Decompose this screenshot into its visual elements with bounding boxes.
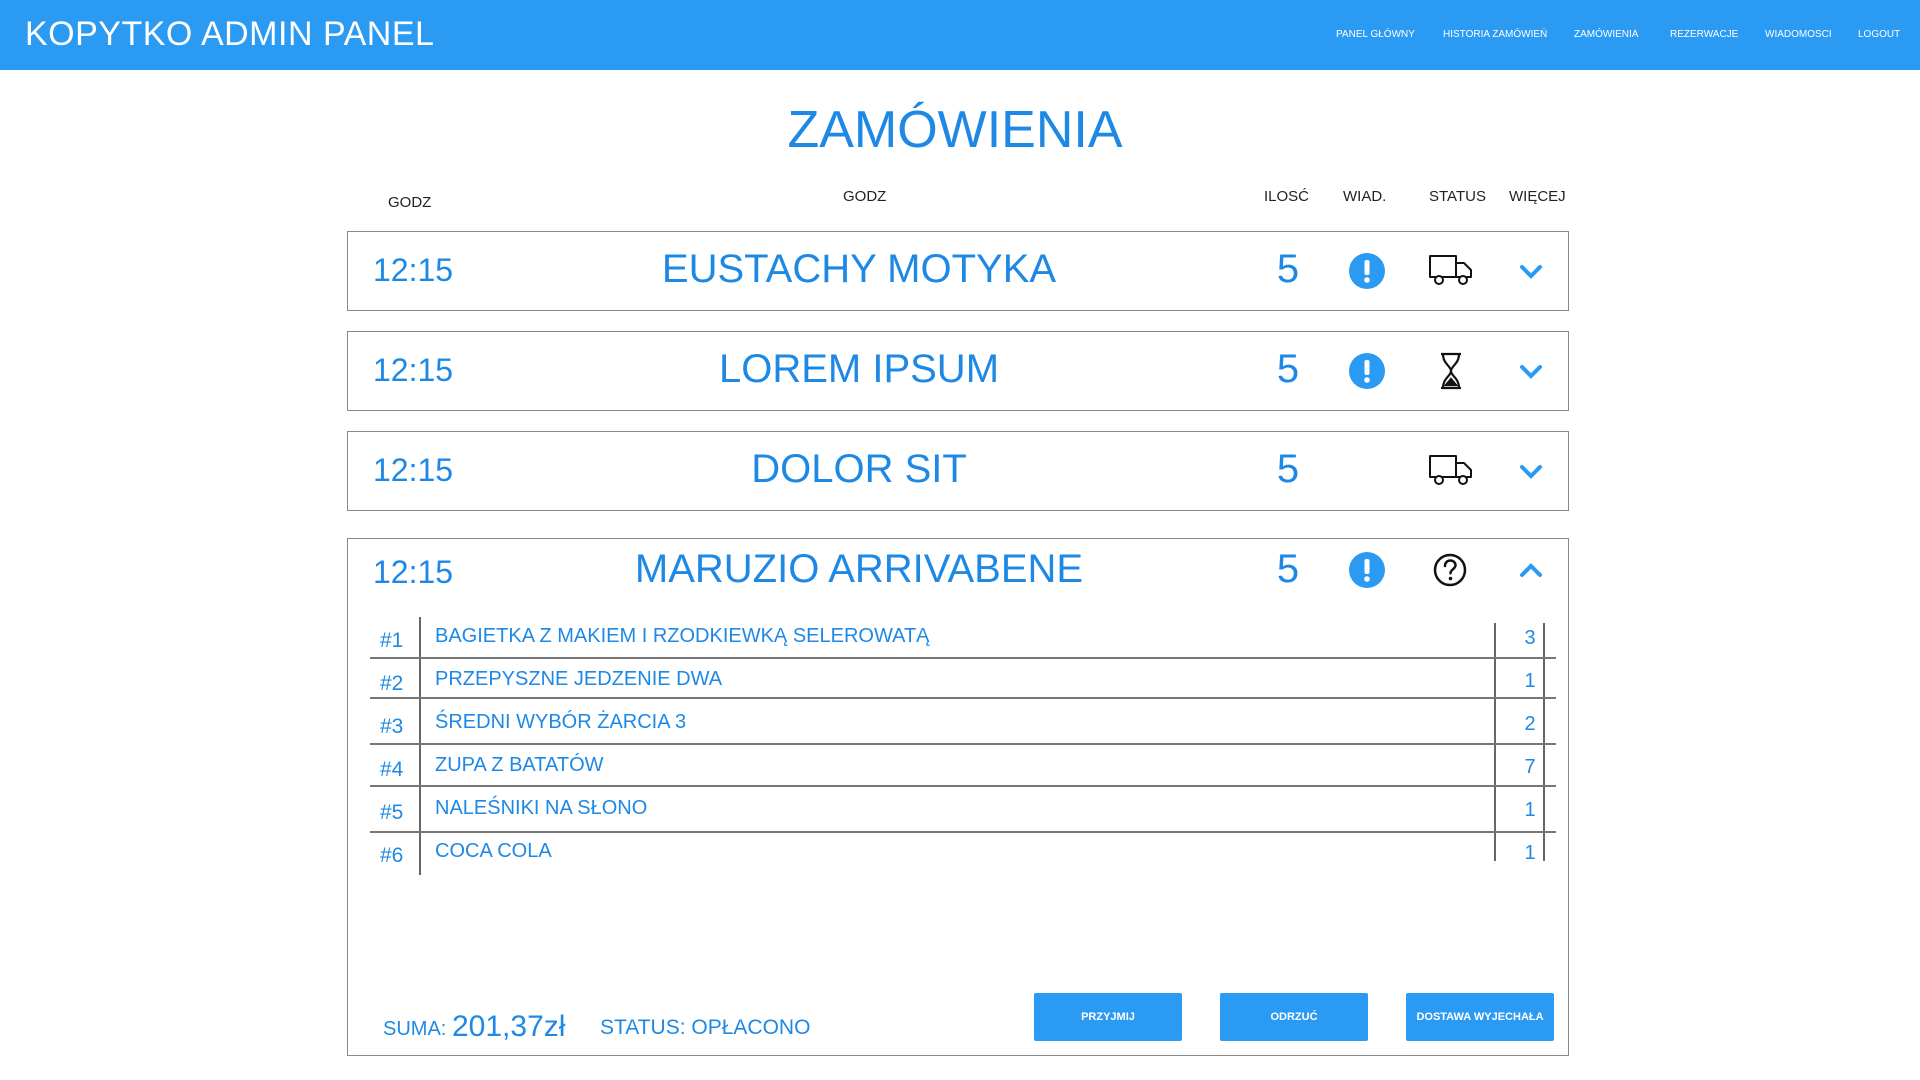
order-row: 12:15 EUSTACHY MOTYKA 5 — [347, 231, 1569, 311]
item-number: #3 — [380, 715, 404, 738]
chevron-up-icon[interactable] — [1518, 557, 1544, 583]
item-number: #6 — [380, 844, 404, 867]
item-name: COCA COLA — [435, 840, 552, 862]
chevron-down-icon[interactable] — [1518, 259, 1544, 285]
list-item: #5 NALEŚNIKI NA SŁONO 1 — [370, 789, 1556, 832]
order-time: 12:15 — [373, 252, 454, 288]
order-time: 12:15 — [373, 554, 454, 590]
order-row: 12:15 DOLOR SIT 5 — [347, 431, 1569, 511]
order-row-expanded: 12:15 MARUZIO ARRIVABENE 5 #1 BAGIETKA Z… — [347, 538, 1569, 1056]
item-quantity: 1 — [1524, 670, 1536, 692]
order-customer-name: LOREM IPSUM — [718, 347, 1000, 391]
message-alert-icon[interactable] — [1348, 551, 1386, 589]
chevron-down-icon[interactable] — [1518, 359, 1544, 385]
app-title: KOPYTKO ADMIN PANEL — [25, 15, 435, 53]
item-number: #5 — [380, 801, 404, 824]
list-item: #4 ZUPA Z BATATÓW 7 — [370, 746, 1556, 789]
order-time: 12:15 — [373, 352, 454, 388]
order-quantity: 5 — [1276, 247, 1300, 291]
nav-zamowienia[interactable]: ZAMÓWIENIA — [1574, 29, 1638, 40]
order-quantity: 5 — [1276, 347, 1300, 391]
nav-historia-zamowien[interactable]: HISTORIA ZAMÓWIEŃ — [1443, 29, 1547, 40]
order-quantity: 5 — [1276, 547, 1300, 591]
item-quantity: 7 — [1524, 756, 1536, 778]
item-name: BAGIETKA Z MAKIEM I RZODKIEWKĄ SELEROWAT… — [435, 625, 930, 647]
sum-value: 201,37zł — [452, 1010, 566, 1043]
order-quantity: 5 — [1276, 447, 1300, 491]
list-item: #2 PRZEPYSZNE JEDZENIE DWA 1 — [370, 660, 1556, 703]
column-header-name: GODZ — [843, 188, 887, 205]
question-icon — [1428, 551, 1474, 591]
message-alert-icon[interactable] — [1348, 252, 1386, 290]
order-time: 12:15 — [373, 452, 454, 488]
item-number: #1 — [380, 629, 404, 652]
message-alert-icon[interactable] — [1348, 352, 1386, 390]
order-customer-name: EUSTACHY MOTYKA — [661, 247, 1057, 291]
column-header-messages: WIAD. — [1343, 188, 1387, 205]
accept-button[interactable]: PRZYJMIJ — [1034, 993, 1182, 1041]
item-quantity: 1 — [1524, 842, 1536, 864]
truck-icon — [1428, 252, 1474, 292]
payment-status: STATUS: OPŁACONO — [600, 1016, 811, 1039]
item-name: ZUPA Z BATATÓW — [435, 754, 604, 776]
hourglass-icon — [1428, 352, 1474, 392]
order-row: 12:15 LOREM IPSUM 5 — [347, 331, 1569, 411]
column-header-status: STATUS — [1429, 188, 1486, 205]
delivery-dispatched-button[interactable]: DOSTAWA WYJECHAŁA — [1406, 993, 1554, 1041]
reject-button[interactable]: ODRZUĆ — [1220, 993, 1368, 1041]
page-title: ZAMÓWIENIA — [787, 101, 1123, 159]
nav-panel-glowny[interactable]: PANEL GŁÓWNY — [1336, 29, 1415, 40]
nav-rezerwacje[interactable]: REZERWACJE — [1670, 29, 1738, 40]
list-item: #3 ŚREDNI WYBÓR ŻARCIA 3 2 — [370, 703, 1556, 746]
order-customer-name: MARUZIO ARRIVABENE — [634, 547, 1084, 591]
column-header-time: GODZ — [388, 194, 432, 211]
nav-logout[interactable]: LOGOUT — [1858, 29, 1900, 40]
order-customer-name: DOLOR SIT — [751, 447, 967, 491]
top-navbar: KOPYTKO ADMIN PANEL PANEL GŁÓWNY HISTORI… — [0, 0, 1920, 70]
list-item: #6 COCA COLA 1 — [370, 832, 1556, 875]
sum-label: SUMA: — [383, 1018, 447, 1040]
item-quantity: 1 — [1524, 799, 1536, 821]
column-header-qty: ILOSĆ — [1264, 188, 1310, 205]
chevron-down-icon[interactable] — [1518, 459, 1544, 485]
truck-icon — [1428, 452, 1474, 492]
item-name: PRZEPYSZNE JEDZENIE DWA — [435, 668, 723, 690]
item-name: NALEŚNIKI NA SŁONO — [435, 797, 648, 819]
nav-wiadomosci[interactable]: WIADOMOSCI — [1765, 29, 1832, 40]
item-name: ŚREDNI WYBÓR ŻARCIA 3 — [435, 711, 687, 733]
item-quantity: 3 — [1524, 627, 1536, 649]
item-quantity: 2 — [1524, 713, 1536, 735]
item-number: #4 — [380, 758, 404, 781]
item-number: #2 — [380, 672, 404, 695]
column-header-more: WIĘCEJ — [1509, 188, 1566, 205]
list-item: #1 BAGIETKA Z MAKIEM I RZODKIEWKĄ SELERO… — [370, 617, 1556, 660]
